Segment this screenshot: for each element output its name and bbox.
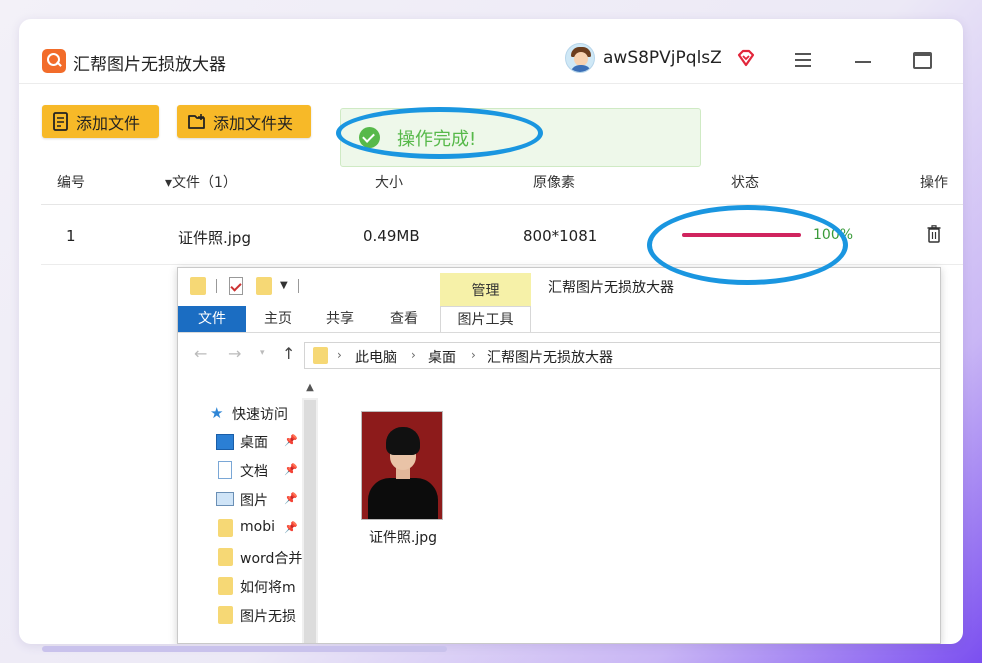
column-header-pixels: 原像素: [533, 175, 575, 191]
pin-icon[interactable]: 📌: [284, 492, 298, 505]
pin-icon[interactable]: 📌: [284, 521, 298, 534]
breadcrumb-item[interactable]: 汇帮图片无损放大器: [487, 347, 613, 367]
menu-icon[interactable]: [795, 53, 811, 67]
chevron-right-icon[interactable]: ›: [337, 348, 342, 362]
nav-item-documents[interactable]: 文档: [240, 461, 284, 481]
nav-quick-access[interactable]: 快速访问: [232, 404, 288, 424]
progress-text: 100%: [813, 227, 854, 243]
address-bar[interactable]: › 此电脑 › 桌面 › 汇帮图片无损放大器: [304, 342, 940, 369]
tab-share[interactable]: 共享: [310, 306, 370, 332]
success-toast: 操作完成!: [340, 108, 701, 167]
maximize-icon[interactable]: [913, 52, 932, 69]
back-arrow-icon[interactable]: ←: [194, 344, 207, 363]
toast-message: 操作完成!: [397, 129, 477, 150]
photo-thumbnail[interactable]: [361, 411, 443, 520]
file-icon: [53, 111, 68, 131]
nav-item-image-lossless[interactable]: 图片无损: [240, 606, 302, 626]
app-logo-icon: [42, 49, 66, 73]
folder-icon: [218, 548, 233, 566]
column-header-status: 状态: [731, 175, 759, 191]
folder-icon: [218, 519, 233, 537]
check-circle-icon: [359, 127, 380, 148]
table-divider: [41, 264, 963, 265]
forward-arrow-icon[interactable]: →: [228, 344, 241, 363]
add-folder-button[interactable]: 添加文件夹: [177, 105, 311, 138]
row-file-name: 证件照.jpg: [178, 229, 251, 247]
file-explorer-window: ▼ 管理 汇帮图片无损放大器 文件 主页 共享 查看 图片工具 ← → ▾ ↑ …: [177, 267, 941, 644]
tab-view[interactable]: 查看: [374, 306, 434, 332]
recent-locations-icon[interactable]: ▾: [260, 348, 265, 358]
breadcrumb-item[interactable]: 桌面: [428, 347, 456, 367]
progress-fill: [682, 233, 801, 237]
username[interactable]: awS8PVjPqlsZ: [603, 48, 722, 68]
pin-icon[interactable]: 📌: [284, 463, 298, 476]
folder-icon: [218, 577, 233, 595]
app-title: 汇帮图片无损放大器: [73, 55, 226, 75]
folder-add-icon: [188, 113, 205, 129]
pictures-icon: [216, 492, 234, 506]
desktop-icon: [216, 434, 234, 450]
star-icon: ★: [210, 404, 224, 422]
folder-icon[interactable]: [190, 277, 206, 295]
explorer-title: 汇帮图片无损放大器: [548, 280, 674, 296]
minimize-icon[interactable]: [855, 61, 871, 63]
document-icon: [218, 461, 232, 479]
nav-item-how-to[interactable]: 如何将m: [240, 577, 302, 597]
nav-item-desktop[interactable]: 桌面: [240, 432, 284, 452]
separator: [298, 279, 299, 293]
ribbon-manage-label: 管理: [471, 283, 500, 299]
progress-bar: [682, 233, 801, 237]
avatar[interactable]: [565, 43, 595, 73]
tab-picture-tools[interactable]: 图片工具: [440, 306, 531, 332]
column-header-size: 大小: [375, 175, 403, 191]
row-file-size: 0.49MB: [363, 227, 420, 245]
tab-file[interactable]: 文件: [178, 306, 246, 332]
row-pixels: 800*1081: [523, 227, 598, 245]
new-folder-icon[interactable]: [256, 277, 272, 295]
nav-item-mobi[interactable]: mobi: [240, 519, 280, 535]
add-folder-label: 添加文件夹: [213, 113, 294, 133]
chevron-right-icon[interactable]: ›: [471, 348, 476, 362]
app-window: 汇帮图片无损放大器 awS8PVjPqlsZ 添加文件 添加文件夹 操作完成! …: [19, 19, 963, 644]
column-header-file[interactable]: ▾文件（1）: [165, 172, 237, 192]
vip-diamond-icon[interactable]: [736, 48, 756, 68]
column-header-index: 编号: [57, 175, 85, 191]
scrollbar-thumb[interactable]: [304, 400, 316, 643]
folder-icon: [313, 347, 328, 364]
nav-item-word-merge[interactable]: word合并: [240, 548, 302, 568]
tab-home[interactable]: 主页: [248, 306, 308, 332]
column-header-action: 操作: [920, 175, 948, 191]
header-divider: [19, 83, 963, 84]
properties-icon[interactable]: [229, 277, 243, 295]
scroll-up-arrow[interactable]: ▲: [302, 378, 318, 398]
row-index: 1: [66, 227, 76, 245]
add-file-label: 添加文件: [76, 113, 141, 133]
trash-icon[interactable]: [927, 225, 941, 243]
separator: [216, 279, 217, 293]
chevron-right-icon[interactable]: ›: [411, 348, 416, 362]
table-divider: [41, 204, 963, 205]
ribbon-divider: [178, 332, 940, 333]
chevron-down-icon[interactable]: ▼: [280, 280, 288, 291]
breadcrumb-item[interactable]: 此电脑: [355, 347, 397, 367]
pin-icon[interactable]: 📌: [284, 434, 298, 447]
nav-item-pictures[interactable]: 图片: [240, 490, 284, 510]
folder-icon: [218, 606, 233, 624]
up-arrow-icon[interactable]: ↑: [282, 344, 295, 363]
add-file-button[interactable]: 添加文件: [42, 105, 159, 138]
file-name-label[interactable]: 证件照.jpg: [343, 527, 463, 547]
decorative-bar: [42, 646, 447, 652]
